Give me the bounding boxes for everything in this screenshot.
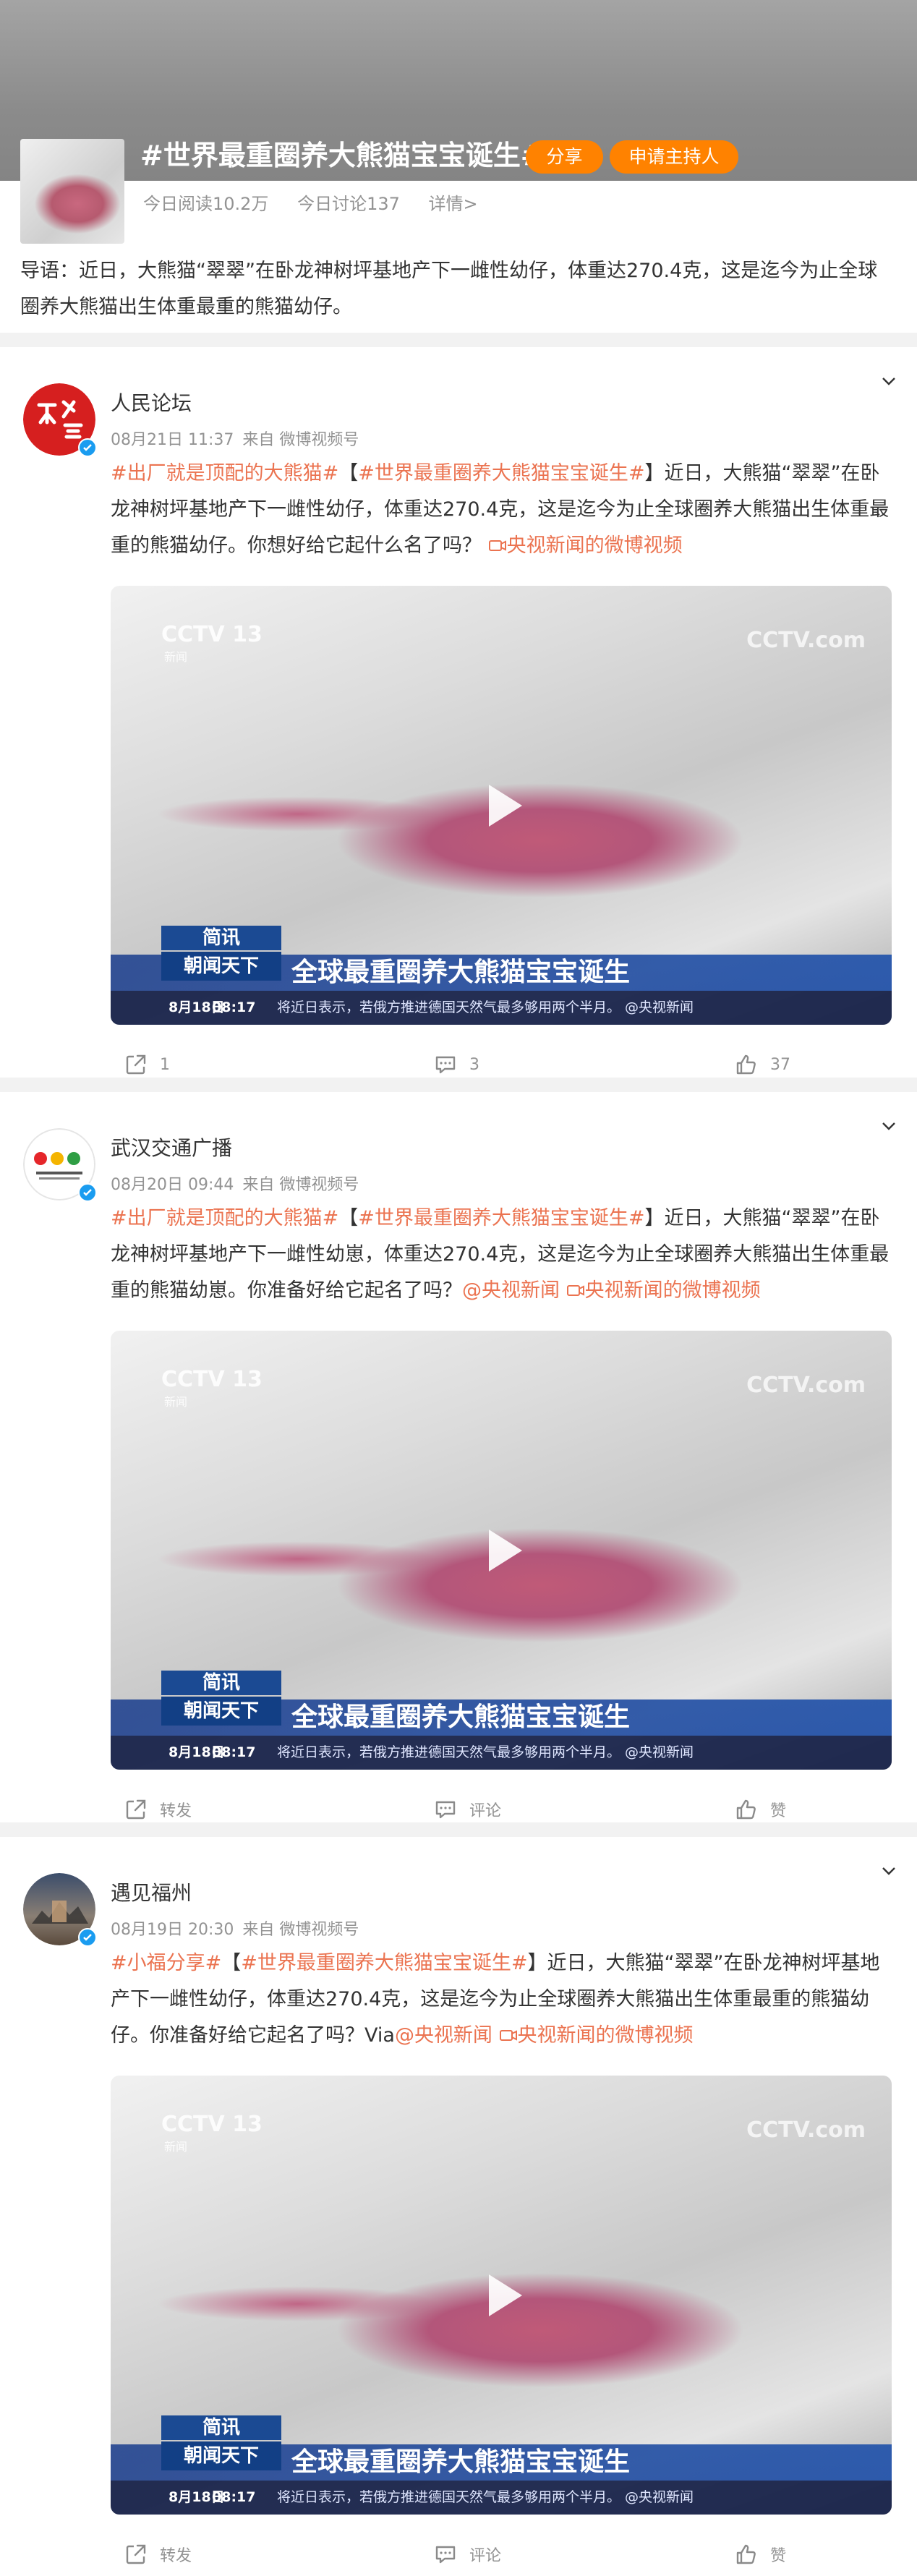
hashtag-link[interactable]: #世界最重圈养大熊猫宝宝诞生# (358, 462, 644, 485)
video-channel-logo: CCTV 13 新闻 (161, 622, 263, 664)
post-meta: 08月19日 20:30 来自 微博视频号 (111, 1921, 359, 1939)
topic-stats: 今日阅读10.2万 今日讨论137 详情> (143, 189, 501, 215)
repost-button[interactable]: 转发 (124, 2533, 192, 2576)
post-text: #小福分享#【#世界最重圈养大熊猫宝宝诞生#】近日，大熊猫“翠翠”在卧龙神树坪基… (111, 1952, 880, 2047)
discussions-count: 今日讨论137 (297, 194, 400, 214)
repost-count: 转发 (160, 1802, 192, 1820)
separator (0, 333, 917, 347)
verified-badge-icon (78, 438, 97, 457)
post-actions: 1 3 37 (111, 1043, 892, 1086)
details-link[interactable]: 详情> (429, 194, 478, 214)
video-tag-brief: 简讯 (161, 2415, 281, 2440)
weibo-post: 遇见福州 08月19日 20:30 来自 微博视频号 #小福分享#【#世界最重圈养… (0, 1837, 917, 2567)
hashtag-link[interactable]: #小福分享# (111, 1952, 221, 1974)
video-tag-program: 朝闻天下 (161, 952, 281, 981)
video-player[interactable]: CCTV 13 新闻 CCTV.com 全球最重圈养大熊猫宝宝诞生 简讯 朝闻天下… (111, 2076, 892, 2515)
topic-intro: 导语：近日，大熊猫“翠翠”在卧龙神树坪基地产下一雌性幼仔，体重达270.4克，这… (20, 260, 878, 318)
video-tag-brief: 简讯 (161, 1671, 281, 1695)
video-watermark: CCTV.com (746, 628, 866, 653)
repost-button[interactable]: 转发 (124, 1788, 192, 1831)
video-player[interactable]: CCTV 13 新闻 CCTV.com 全球最重圈养大熊猫宝宝诞生 简讯 朝闻天下… (111, 1331, 892, 1770)
like-button[interactable]: 37 (734, 1043, 790, 1086)
hashtag-link[interactable]: #世界最重圈养大熊猫宝宝诞生# (358, 1207, 644, 1229)
video-channel-logo: CCTV 13 新闻 (161, 2112, 263, 2154)
comment-button[interactable]: 评论 (433, 2533, 501, 2576)
video-link[interactable]: 央视新闻的微博视频 (488, 534, 683, 557)
mention-link[interactable]: @央视新闻 (462, 1279, 560, 1302)
repost-count: 转发 (160, 2547, 192, 2565)
reads-count: 今日阅读10.2万 (143, 194, 269, 214)
video-link[interactable]: 央视新闻的微博视频 (499, 2024, 694, 2047)
play-icon[interactable] (469, 1518, 534, 1583)
verified-badge-icon (78, 1183, 97, 1202)
video-tag-brief: 简讯 (161, 926, 281, 950)
verified-badge-icon (78, 1928, 97, 1947)
chevron-down-icon[interactable] (881, 1863, 897, 1879)
repost-button[interactable]: 1 (124, 1043, 170, 1086)
comment-count: 评论 (469, 2547, 502, 2565)
post-author[interactable]: 遇见福州 (111, 1877, 192, 1906)
hashtag-link[interactable]: #出厂就是顶配的大熊猫# (111, 462, 338, 485)
hashtag-link[interactable]: #世界最重圈养大熊猫宝宝诞生# (241, 1952, 527, 1974)
weibo-post: 武汉交通广播 08月20日 09:44 来自 微博视频号 #出厂就是顶配的大熊猫#… (0, 1092, 917, 1822)
video-ticker: 8月18日08:17 将近日表示，若俄方推进德国天然气最多够用两个半月。 @央视新… (111, 2481, 892, 2515)
video-player[interactable]: CCTV 13 新闻 CCTV.com 全球最重圈养大熊猫宝宝诞生 简讯 朝闻天下… (111, 586, 892, 1025)
topic-title: #世界最重圈养大熊猫宝宝诞生# (140, 140, 544, 171)
apply-host-button[interactable]: 申请主持人 (610, 140, 738, 174)
topic-thumbnail[interactable] (20, 139, 124, 244)
post-meta: 08月21日 11:37 来自 微博视频号 (111, 431, 359, 449)
hashtag-link[interactable]: #出厂就是顶配的大熊猫# (111, 1207, 338, 1229)
video-watermark: CCTV.com (746, 2117, 866, 2143)
mention-link[interactable]: @央视新闻 (395, 2024, 492, 2047)
comment-count: 3 (469, 1055, 479, 1074)
comment-count: 评论 (469, 1802, 502, 1820)
video-tag-program: 朝闻天下 (161, 2441, 281, 2470)
video-link[interactable]: 央视新闻的微博视频 (566, 1279, 761, 1302)
comment-button[interactable]: 评论 (433, 1788, 501, 1831)
video-link-icon (499, 2030, 517, 2041)
video-channel-logo: CCTV 13 新闻 (161, 1367, 263, 1409)
post-text: #出厂就是顶配的大熊猫#【#世界最重圈养大熊猫宝宝诞生#】近日，大熊猫“翠翠”在… (111, 1207, 890, 1302)
video-tag-program: 朝闻天下 (161, 1697, 281, 1726)
post-text: #出厂就是顶配的大熊猫#【#世界最重圈养大熊猫宝宝诞生#】近日，大熊猫“翠翠”在… (111, 462, 890, 557)
play-icon[interactable] (469, 773, 534, 838)
like-button[interactable]: 赞 (734, 2533, 786, 2576)
weibo-post: 人民论坛 08月21日 11:37 来自 微博视频号 #出厂就是顶配的大熊猫#【#… (0, 347, 917, 1078)
like-count: 赞 (770, 2547, 787, 2565)
post-author[interactable]: 人民论坛 (111, 388, 192, 417)
repost-count: 1 (160, 1055, 170, 1074)
post-author[interactable]: 武汉交通广播 (111, 1133, 232, 1161)
chevron-down-icon[interactable] (881, 373, 897, 389)
post-actions: 转发 评论 赞 (111, 2533, 892, 2576)
comment-button[interactable]: 3 (433, 1043, 479, 1086)
post-actions: 转发 评论 赞 (111, 1788, 892, 1831)
video-link-icon (488, 540, 506, 551)
video-link-icon (566, 1285, 584, 1296)
post-meta: 08月20日 09:44 来自 微博视频号 (111, 1176, 359, 1194)
video-ticker: 8月18日08:17 将近日表示，若俄方推进德国天然气最多够用两个半月。 @央视新… (111, 991, 892, 1025)
chevron-down-icon[interactable] (881, 1118, 897, 1134)
like-button[interactable]: 赞 (734, 1788, 786, 1831)
video-watermark: CCTV.com (746, 1373, 866, 1398)
like-count: 37 (770, 1055, 790, 1074)
share-button[interactable]: 分享 (526, 140, 603, 174)
play-icon[interactable] (469, 2263, 534, 2328)
video-ticker: 8月18日08:17 将近日表示，若俄方推进德国天然气最多够用两个半月。 @央视新… (111, 1736, 892, 1770)
topic-header: #世界最重圈养大熊猫宝宝诞生# 分享 申请主持人 今日阅读10.2万 今日讨论1… (0, 0, 917, 318)
like-count: 赞 (770, 1802, 787, 1820)
